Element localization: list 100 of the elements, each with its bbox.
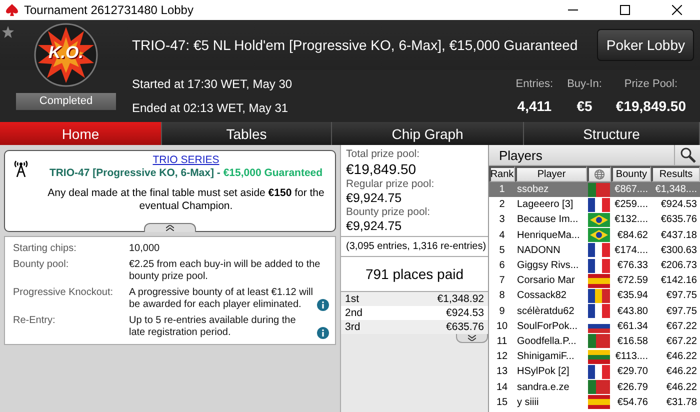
poker-lobby-button[interactable]: Poker Lobby: [597, 29, 694, 61]
player-name-cell[interactable]: Goodfella.P...: [515, 334, 587, 350]
player-name-cell[interactable]: Lageeero [3]: [515, 197, 587, 212]
country-column-header[interactable]: [587, 166, 611, 182]
event-title: TRIO-47 [Progressive KO, 6-Max] - €15,000 Guaranteed: [48, 167, 324, 179]
bounty-cell-text: €16.58: [616, 334, 649, 349]
rank-cell-text: 3: [498, 213, 506, 228]
payout-amount: €924.53: [446, 307, 484, 319]
rank-cell-text: 7: [498, 274, 506, 288]
rank-cell-text: 4: [498, 228, 506, 243]
bounty-cell-text: €174....: [614, 244, 649, 258]
bounty-cell-text: €54.76: [616, 396, 649, 410]
detail-label: Starting chips:: [13, 243, 78, 256]
player-name-cell[interactable]: y siiii: [515, 394, 587, 410]
column-header[interactable]: Results: [651, 166, 700, 182]
rank-cell-text: 10: [495, 320, 509, 334]
flag-icon: [588, 350, 610, 364]
tab[interactable]: Structure: [524, 122, 700, 145]
rank-cell: 1: [489, 182, 515, 198]
stat-label: Prize Pool:: [624, 78, 678, 90]
bounty-cell-text: €26.79: [616, 380, 649, 395]
pool-value: €9,924.75: [346, 191, 403, 205]
flag-icon: [588, 304, 610, 318]
result-cell-text: €635.76: [660, 213, 698, 228]
player-name-cell[interactable]: HenriqueMa...: [515, 228, 587, 243]
player-name-cell[interactable]: ShinigamiF...: [515, 349, 587, 364]
flag-icon: [588, 198, 610, 212]
window-title: Tournament 2612731480 Lobby: [24, 3, 194, 17]
stat-value: 4,411: [517, 98, 552, 114]
rank-cell-text: 13: [495, 365, 509, 380]
bounty-cell-text: €259....: [614, 198, 649, 212]
column-header[interactable]: Player: [515, 166, 587, 182]
bounty-cell-text: €76.33: [616, 259, 649, 274]
rank-cell-text: 15: [495, 396, 509, 410]
flag-icon: [588, 274, 610, 288]
start-time: Started at 17:30 WET, May 30: [132, 77, 294, 91]
pool-value: €9,924.75: [346, 219, 403, 233]
tab[interactable]: Tables: [162, 122, 332, 145]
bounty-cell-text: €72.59: [616, 274, 649, 288]
player-name-cell[interactable]: ssobez: [515, 182, 587, 198]
payout-place: 3rd: [345, 321, 360, 333]
result-cell-text: €437.18: [660, 228, 698, 243]
star-icon[interactable]: [2, 26, 14, 38]
series-link[interactable]: TRIO SERIES: [152, 154, 220, 166]
collapse-tab[interactable]: [144, 223, 196, 232]
flag-icon: [588, 258, 610, 273]
result-cell-text: €31.78: [665, 396, 698, 410]
bounty-cell: €867....: [611, 182, 651, 198]
result-cell-text: €67.22: [665, 320, 698, 334]
rank-cell-text: 5: [498, 244, 506, 258]
rank-cell-text: 8: [498, 289, 506, 304]
detail-value: Up to 5 re-entries available during the late registration period.: [129, 314, 297, 340]
rank-cell-text: 14: [495, 380, 509, 395]
player-name-cell[interactable]: Corsario Mar: [515, 273, 587, 288]
bounty-cell-text: €61.34: [616, 320, 649, 334]
player-name-cell[interactable]: SoulForPok...: [515, 318, 587, 334]
column-header[interactable]: Rank: [489, 166, 515, 182]
column-header[interactable]: Bounty: [611, 166, 651, 182]
places-paid: 791 places paid: [341, 257, 488, 292]
globe-icon: [594, 169, 605, 180]
entries-note: (3,095 entries, 1,316 re-entries): [341, 237, 488, 257]
info-icon[interactable]: [317, 298, 329, 310]
result-cell-text: €46.22: [665, 365, 698, 380]
detail-label: Progressive Knockout:: [13, 286, 114, 300]
player-name-cell[interactable]: HSylPok [2]: [515, 364, 587, 380]
tournament-title: TRIO-47: €5 NL Hold'em [Progressive KO, 6-Max], €15,000 Guaranteed: [132, 37, 579, 53]
close-icon: [672, 5, 682, 15]
payout-place: 1st: [345, 293, 360, 305]
payout-place: 2nd: [345, 307, 363, 319]
tab[interactable]: Home: [0, 122, 162, 145]
flag-icon: [588, 212, 610, 227]
player-name-cell[interactable]: sandra.e.ze: [515, 379, 587, 395]
player-name-cell[interactable]: scélèratdu62: [515, 304, 587, 319]
rank-cell-text: 11: [496, 334, 508, 349]
pool-label: Regular prize pool:: [346, 178, 436, 190]
player-name-cell[interactable]: Cossack82: [515, 288, 587, 304]
status-banner: Completed: [16, 93, 116, 110]
player-name-cell[interactable]: NADONN: [515, 242, 587, 258]
payout-amount: €635.76: [446, 321, 484, 333]
stat-value: €19,849.50: [616, 98, 686, 114]
result-cell-text: €142.16: [660, 274, 698, 288]
flag-icon: [588, 243, 610, 258]
player-name-cell[interactable]: Because Im...: [515, 212, 587, 228]
result-cell-text: €97.75: [665, 289, 698, 304]
deal-notice: Any deal made at the final table must set aside €150 for the eventual Champion.: [47, 187, 325, 213]
expand-tab[interactable]: [456, 334, 488, 343]
logo-text: K.O.: [48, 43, 84, 63]
result-cell-text: €67.22: [665, 334, 698, 349]
player-name-cell[interactable]: Giggsy Rivs...: [515, 258, 587, 274]
flag-icon: [588, 380, 610, 394]
info-icon[interactable]: [317, 326, 329, 338]
pool-label: Total prize pool:: [346, 148, 421, 160]
rank-cell-text: 9: [498, 304, 506, 319]
stat-value: €5: [576, 98, 592, 114]
tab[interactable]: Chip Graph: [332, 122, 524, 145]
bounty-cell-text: €43.80: [616, 304, 649, 319]
flag-icon: [588, 395, 610, 410]
rank-cell-text: 2: [498, 198, 506, 212]
bounty-cell-text: €113....: [614, 350, 649, 364]
result-cell-text: €206.73: [660, 259, 698, 274]
